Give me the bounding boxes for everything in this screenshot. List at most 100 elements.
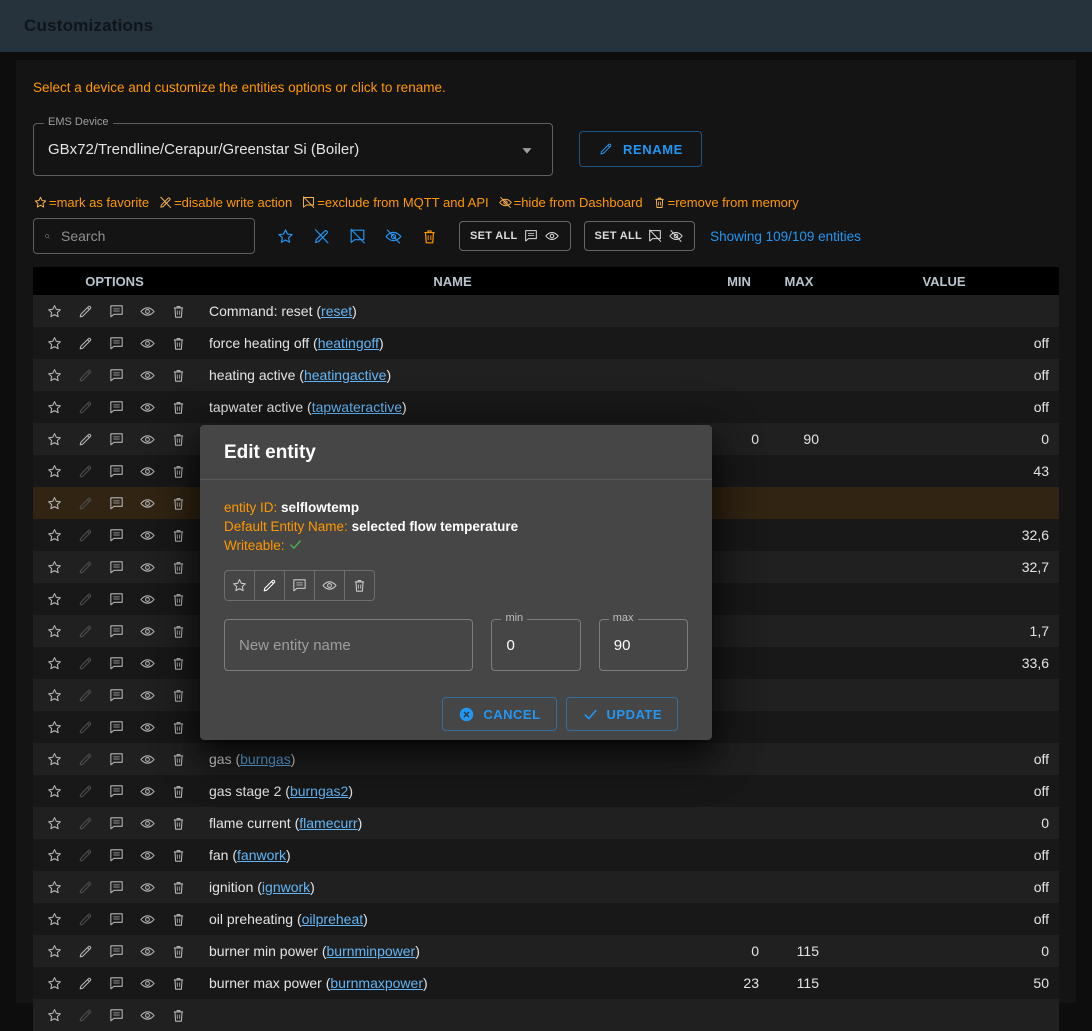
comment-icon-button[interactable] xyxy=(104,651,128,675)
trash-icon-button[interactable] xyxy=(166,363,190,387)
star-icon-button[interactable] xyxy=(42,747,66,771)
star-icon-button[interactable] xyxy=(42,779,66,803)
star-icon-button[interactable] xyxy=(42,491,66,515)
star-icon-button[interactable] xyxy=(42,683,66,707)
eye-icon-button[interactable] xyxy=(135,971,159,995)
comment-icon-button[interactable] xyxy=(104,555,128,579)
eye-icon-button[interactable] xyxy=(135,907,159,931)
eye-toggle[interactable] xyxy=(314,570,345,601)
search-box[interactable] xyxy=(33,218,255,254)
edit-off-filter-button[interactable] xyxy=(305,220,338,253)
comment-icon-button[interactable] xyxy=(104,683,128,707)
trash-icon-button[interactable] xyxy=(166,779,190,803)
edit-icon-button[interactable] xyxy=(73,331,97,355)
eye-icon-button[interactable] xyxy=(135,363,159,387)
trash-filter-button[interactable] xyxy=(413,220,446,253)
star-icon-button[interactable] xyxy=(42,459,66,483)
update-button[interactable]: UPDATE xyxy=(566,697,678,731)
eye-icon-button[interactable] xyxy=(135,459,159,483)
comment-icon-button[interactable] xyxy=(104,459,128,483)
entity-id-link[interactable]: burnmaxpower xyxy=(330,975,423,991)
cancel-button[interactable]: CANCEL xyxy=(442,697,556,731)
trash-icon-button[interactable] xyxy=(166,523,190,547)
eye-icon-button[interactable] xyxy=(135,939,159,963)
eye-icon-button[interactable] xyxy=(135,747,159,771)
trash-toggle[interactable] xyxy=(344,570,375,601)
edit-icon-button[interactable] xyxy=(73,971,97,995)
entity-id-link[interactable]: ignwork xyxy=(262,879,310,895)
star-icon-button[interactable] xyxy=(42,651,66,675)
edit-icon-button[interactable] xyxy=(73,523,97,547)
entity-id-link[interactable]: burngas2 xyxy=(290,783,348,799)
eye-icon-button[interactable] xyxy=(135,299,159,323)
star-icon-button[interactable] xyxy=(42,555,66,579)
edit-icon-button[interactable] xyxy=(73,363,97,387)
edit-icon-button[interactable] xyxy=(73,939,97,963)
edit-icon-button[interactable] xyxy=(73,299,97,323)
comment-icon-button[interactable] xyxy=(104,811,128,835)
max-field[interactable]: max xyxy=(599,619,688,671)
trash-icon-button[interactable] xyxy=(166,875,190,899)
edit-icon-button[interactable] xyxy=(73,683,97,707)
eye-icon-button[interactable] xyxy=(135,811,159,835)
eye-icon-button[interactable] xyxy=(135,779,159,803)
star-icon-button[interactable] xyxy=(42,875,66,899)
star-icon-button[interactable] xyxy=(42,971,66,995)
eye-icon-button[interactable] xyxy=(135,427,159,451)
trash-icon-button[interactable] xyxy=(166,907,190,931)
trash-icon-button[interactable] xyxy=(166,747,190,771)
comment-icon-button[interactable] xyxy=(104,747,128,771)
star-icon-button[interactable] xyxy=(42,299,66,323)
entity-id-link[interactable]: burngas xyxy=(240,751,291,767)
eye-icon-button[interactable] xyxy=(135,331,159,355)
comment-icon-button[interactable] xyxy=(104,907,128,931)
edit-icon-button[interactable] xyxy=(73,1003,97,1027)
trash-icon-button[interactable] xyxy=(166,1003,190,1027)
entity-id-link[interactable]: heatingactive xyxy=(304,367,387,383)
comment-icon-button[interactable] xyxy=(104,619,128,643)
entity-id-link[interactable]: oilpreheat xyxy=(302,911,364,927)
star-toggle[interactable] xyxy=(224,570,255,601)
trash-icon-button[interactable] xyxy=(166,619,190,643)
trash-icon-button[interactable] xyxy=(166,459,190,483)
edit-icon-button[interactable] xyxy=(73,619,97,643)
entity-id-link[interactable]: burnminpower xyxy=(327,943,416,959)
star-icon-button[interactable] xyxy=(42,843,66,867)
eye-icon-button[interactable] xyxy=(135,395,159,419)
eye-off-filter-button[interactable] xyxy=(377,220,410,253)
star-icon-button[interactable] xyxy=(42,427,66,451)
trash-icon-button[interactable] xyxy=(166,427,190,451)
comment-icon-button[interactable] xyxy=(104,491,128,515)
trash-icon-button[interactable] xyxy=(166,331,190,355)
eye-icon-button[interactable] xyxy=(135,651,159,675)
search-input[interactable] xyxy=(59,227,244,245)
comment-icon-button[interactable] xyxy=(104,523,128,547)
new-entity-name-field[interactable] xyxy=(224,619,473,671)
star-icon-button[interactable] xyxy=(42,523,66,547)
entity-id-link[interactable]: heatingoff xyxy=(318,335,379,351)
eye-icon-button[interactable] xyxy=(135,491,159,515)
entity-id-link[interactable]: fanwork xyxy=(237,847,286,863)
trash-icon-button[interactable] xyxy=(166,843,190,867)
comment-icon-button[interactable] xyxy=(104,939,128,963)
max-input[interactable] xyxy=(612,636,675,655)
set-all-button-1[interactable]: SET ALL xyxy=(459,221,571,251)
comment-icon-button[interactable] xyxy=(104,715,128,739)
comment-icon-button[interactable] xyxy=(104,363,128,387)
min-field[interactable]: min xyxy=(491,619,580,671)
eye-icon-button[interactable] xyxy=(135,619,159,643)
trash-icon-button[interactable] xyxy=(166,971,190,995)
star-icon-button[interactable] xyxy=(42,587,66,611)
star-icon-button[interactable] xyxy=(42,363,66,387)
edit-icon-button[interactable] xyxy=(73,715,97,739)
eye-icon-button[interactable] xyxy=(135,523,159,547)
edit-icon-button[interactable] xyxy=(73,555,97,579)
trash-icon-button[interactable] xyxy=(166,587,190,611)
edit-icon-button[interactable] xyxy=(73,491,97,515)
edit-icon-button[interactable] xyxy=(73,811,97,835)
comment-icon-button[interactable] xyxy=(104,843,128,867)
star-icon-button[interactable] xyxy=(42,619,66,643)
edit-icon-button[interactable] xyxy=(73,843,97,867)
trash-icon-button[interactable] xyxy=(166,651,190,675)
trash-icon-button[interactable] xyxy=(166,683,190,707)
